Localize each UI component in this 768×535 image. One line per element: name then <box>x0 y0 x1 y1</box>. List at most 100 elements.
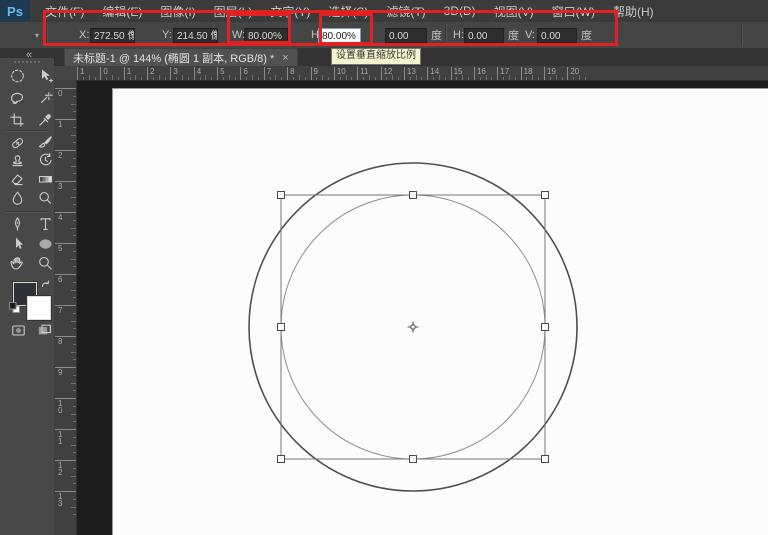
ruler-minor-tick <box>258 77 259 80</box>
tool-history-brush[interactable] <box>37 152 54 169</box>
h-skew-field[interactable]: 0.00 <box>464 28 504 43</box>
rotation-field[interactable]: 0.00 <box>385 28 427 43</box>
tool-preset-caret-icon[interactable]: ▾ <box>35 22 39 48</box>
ruler-tick <box>100 67 101 80</box>
menu-item[interactable]: 视图(V) <box>485 3 543 20</box>
menu-item[interactable]: 窗口(W) <box>543 3 604 20</box>
menu-item[interactable]: 文件(F) <box>36 3 93 20</box>
default-colors-icon[interactable] <box>8 301 25 318</box>
ruler-minor-tick <box>73 220 76 221</box>
document-tab[interactable]: 未标题-1 @ 144% (椭圆 1 副本, RGB/8) * × <box>64 48 298 66</box>
ruler-tick <box>170 67 171 80</box>
menu-bar: Ps 文件(F)编辑(E)图像(I)图层(L)文字(Y)选择(S)滤镜(T)3D… <box>0 0 768 23</box>
ruler-minor-tick <box>270 77 271 80</box>
tool-lasso[interactable] <box>9 90 26 107</box>
menu-item[interactable]: 图层(L) <box>205 3 262 20</box>
ruler-label: 19 <box>547 67 556 76</box>
ruler-label: 8 <box>290 67 294 76</box>
tab-close-icon[interactable]: × <box>282 52 288 64</box>
ruler-minor-tick <box>182 75 183 80</box>
ruler-tick <box>77 67 78 80</box>
ruler-label: 18 <box>524 67 533 76</box>
tool-hand[interactable] <box>9 255 26 272</box>
menu-item[interactable]: 选择(S) <box>319 3 377 20</box>
ruler-label: 1 <box>80 67 84 76</box>
v-skew-unit: 度 <box>581 22 592 48</box>
ruler-tick <box>474 67 475 80</box>
document-canvas[interactable] <box>112 88 768 535</box>
ruler-minor-tick <box>480 77 481 80</box>
ruler-label: 10 <box>337 67 346 76</box>
ruler-minor-tick <box>562 77 563 80</box>
ruler-label: 2 <box>150 67 154 76</box>
ruler-label: 11 <box>360 67 368 76</box>
panel-grip[interactable] <box>14 61 40 63</box>
ruler-label: 13 <box>407 67 416 76</box>
background-color-swatch[interactable] <box>27 296 51 320</box>
ruler-minor-tick <box>398 77 399 80</box>
tool-path-selection[interactable] <box>9 236 26 253</box>
tool-ellipse-shape[interactable] <box>37 236 54 253</box>
y-position-field[interactable]: 214.50 像素 <box>173 28 218 43</box>
ruler-minor-tick <box>305 77 306 80</box>
tool-brush[interactable] <box>37 134 54 151</box>
tool-screen-mode[interactable] <box>36 322 53 339</box>
ruler-tick <box>544 67 545 80</box>
ruler-label: 0 <box>58 90 62 97</box>
tool-healing-brush[interactable] <box>9 134 26 151</box>
tooltip: 设置垂直缩放比例 <box>331 48 421 65</box>
ruler-minor-tick <box>351 77 352 80</box>
menu-item[interactable]: 图像(I) <box>151 3 204 20</box>
tool-blur[interactable] <box>9 190 26 207</box>
tool-move[interactable] <box>37 68 54 85</box>
horizontal-ruler[interactable]: 101234567891011121314151617181920 <box>76 66 768 81</box>
rotation-unit: 度 <box>431 22 442 48</box>
tool-clone-stamp[interactable] <box>9 152 26 169</box>
ruler-minor-tick <box>200 77 201 80</box>
ruler-minor-tick <box>205 75 206 80</box>
tool-eyedropper[interactable] <box>37 112 54 129</box>
ruler-label: 4 <box>58 214 62 221</box>
ruler-minor-tick <box>293 77 294 80</box>
ruler-minor-tick <box>491 77 492 80</box>
tool-pen[interactable] <box>9 216 26 233</box>
ruler-label: 3 <box>173 67 177 76</box>
menu-item[interactable]: 编辑(E) <box>93 3 151 20</box>
height-scale-field[interactable]: 80.00% <box>318 28 361 43</box>
ruler-label: 4 <box>197 67 201 76</box>
ruler-minor-tick <box>176 77 177 80</box>
ruler-minor-tick <box>73 313 76 314</box>
ruler-minor-tick <box>328 77 329 80</box>
ruler-minor-tick <box>550 77 551 80</box>
ruler-tick <box>217 67 218 80</box>
ruler-minor-tick <box>223 77 224 80</box>
tool-magic-wand[interactable] <box>37 90 54 107</box>
menu-item[interactable]: 文字(Y) <box>261 3 319 20</box>
vertical-ruler[interactable]: 012345678910111213 <box>54 80 77 535</box>
tool-elliptical-marquee[interactable] <box>9 68 26 85</box>
ruler-minor-tick <box>71 476 76 477</box>
menu-item[interactable]: 帮助(H) <box>604 3 663 20</box>
tool-type[interactable] <box>37 216 54 233</box>
menu-item[interactable]: 3D(D) <box>435 4 485 18</box>
tool-gradient[interactable] <box>37 171 54 188</box>
menu-item[interactable]: 滤镜(T) <box>377 3 434 20</box>
x-position-field[interactable]: 272.50 像素 <box>90 28 135 43</box>
tool-quick-mask[interactable] <box>10 322 27 339</box>
ruler-minor-tick <box>159 75 160 80</box>
ruler-minor-tick <box>112 75 113 80</box>
tool-eraser[interactable] <box>9 171 26 188</box>
v-skew-field[interactable]: 0.00 <box>537 28 577 43</box>
ruler-label: 6 <box>243 67 247 76</box>
ruler-minor-tick <box>579 75 580 80</box>
ruler-minor-tick <box>462 75 463 80</box>
ruler-label: 20 <box>570 67 579 76</box>
ruler-minor-tick <box>71 259 76 260</box>
ruler-minor-tick <box>445 77 446 80</box>
ruler-minor-tick <box>73 235 76 236</box>
tool-crop[interactable] <box>9 112 26 129</box>
width-scale-field[interactable]: 80.00% <box>244 28 288 43</box>
tool-zoom[interactable] <box>37 255 54 272</box>
tool-dodge[interactable] <box>37 190 54 207</box>
ruler-minor-tick <box>421 77 422 80</box>
